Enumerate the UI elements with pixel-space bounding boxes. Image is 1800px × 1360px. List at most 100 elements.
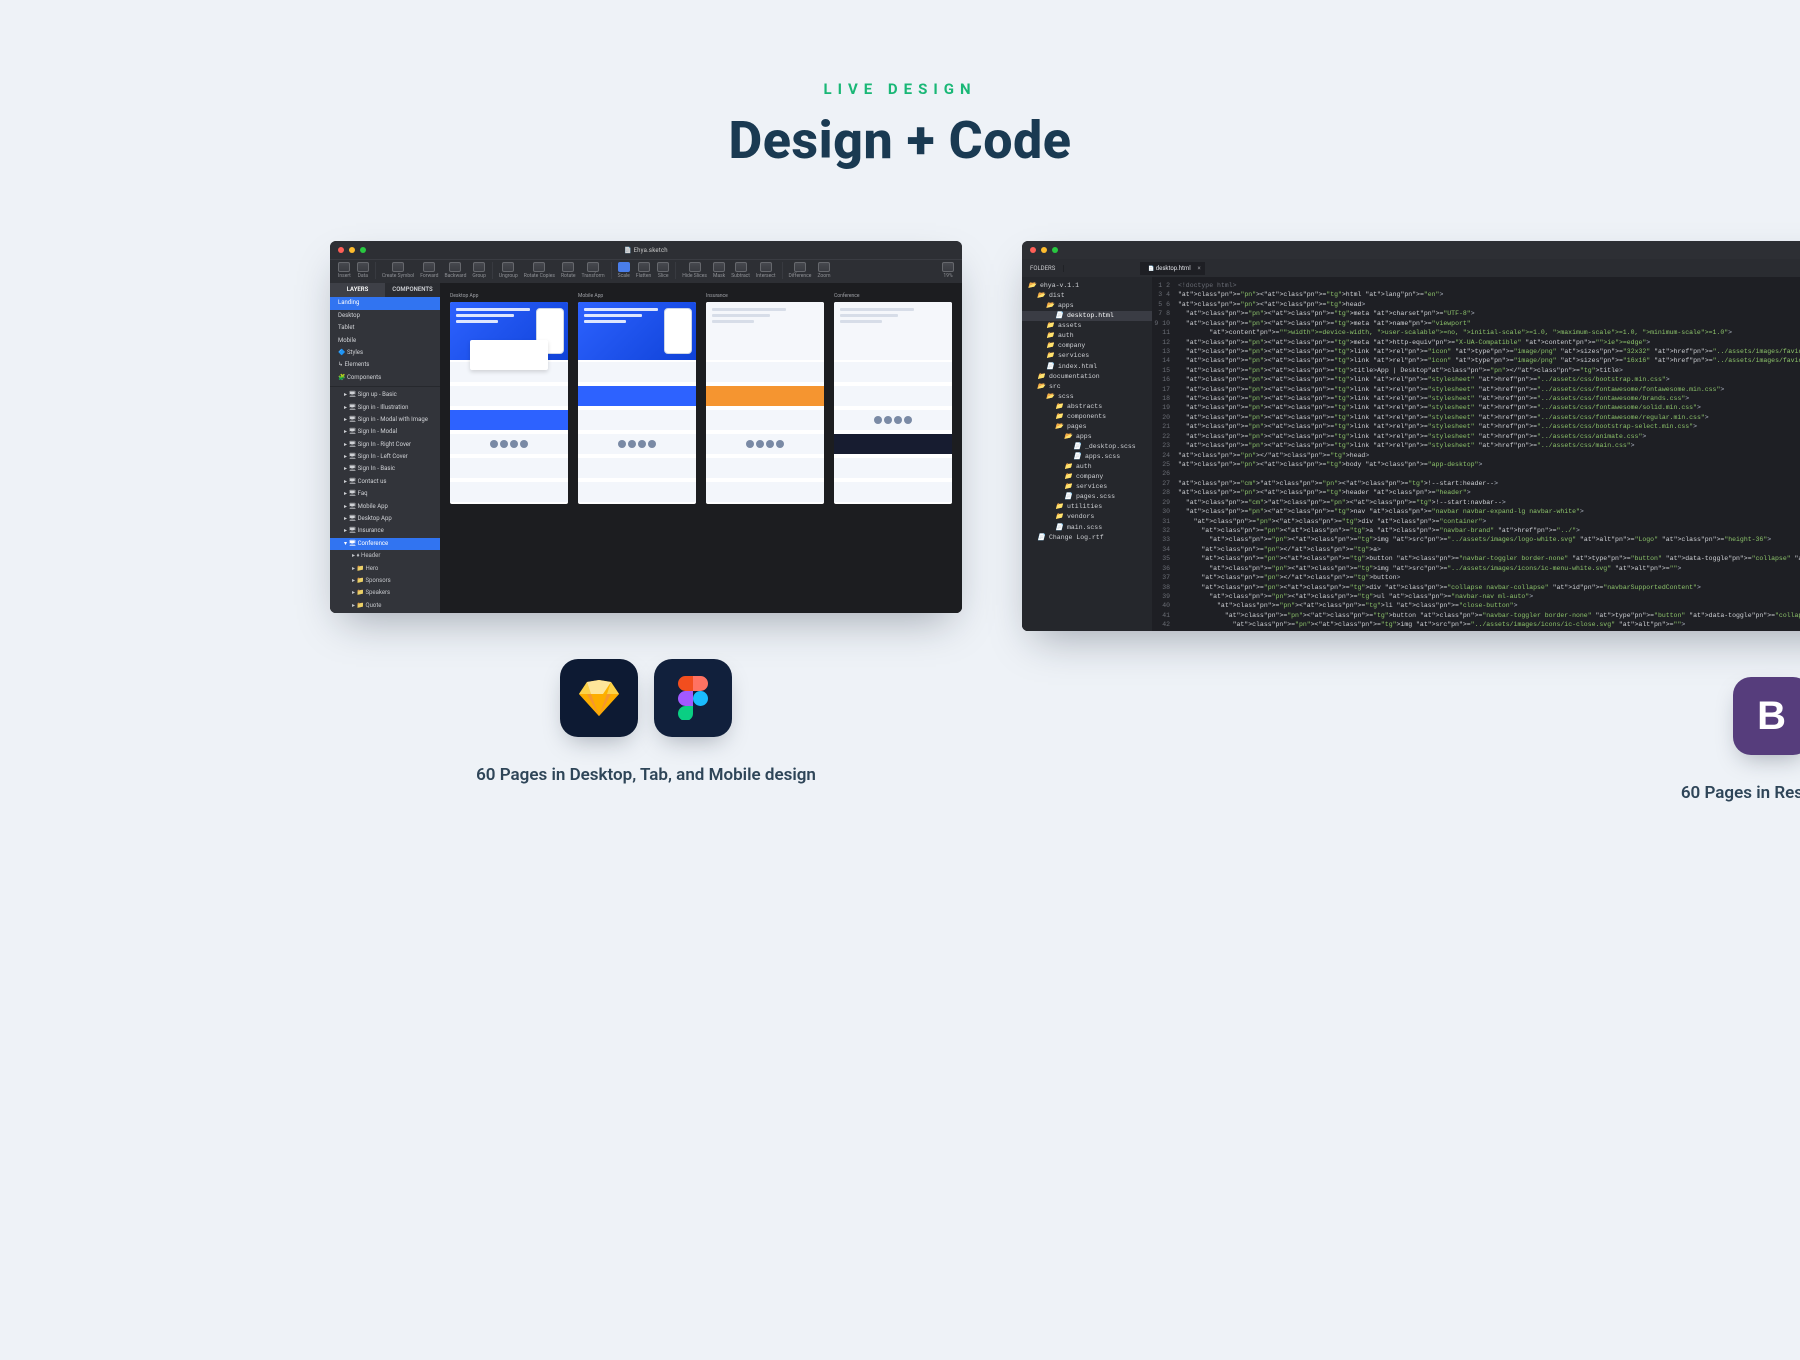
- tree-node[interactable]: desktop.html: [1022, 311, 1152, 321]
- layer-item[interactable]: ▸ 🖥 Contact us: [330, 476, 440, 488]
- tree-node[interactable]: _desktop.scss: [1022, 442, 1152, 452]
- tree-node[interactable]: company: [1022, 341, 1152, 351]
- tree-node[interactable]: Change Log.rtf: [1022, 533, 1152, 543]
- layer-item[interactable]: ▸ 🖥 Sign in - Illustration: [330, 402, 440, 414]
- tree-node[interactable]: utilities: [1022, 502, 1152, 512]
- page-🧩 components[interactable]: 🧩 Components: [330, 372, 440, 384]
- tree-node[interactable]: main.scss: [1022, 523, 1152, 533]
- tree-node[interactable]: index.html: [1022, 362, 1152, 372]
- tool-slice[interactable]: Slice: [657, 262, 669, 279]
- tool-rotate[interactable]: Rotate: [561, 262, 576, 279]
- tool-difference[interactable]: Difference: [782, 262, 812, 279]
- layer-item[interactable]: ▸ 📁 Speakers: [330, 612, 440, 613]
- page-desktop[interactable]: Desktop: [330, 310, 440, 322]
- tree-node[interactable]: abstracts: [1022, 402, 1152, 412]
- artboard-desktop-app[interactable]: Desktop App: [450, 293, 568, 504]
- artboard-insurance[interactable]: Insurance: [706, 293, 824, 504]
- tool-intersect[interactable]: Intersect: [756, 262, 776, 279]
- tree-node[interactable]: services: [1022, 482, 1152, 492]
- layer-item[interactable]: ▸ 📁 Sponsors: [330, 575, 440, 587]
- layer-item[interactable]: ▸ 📁 Hero: [330, 563, 440, 575]
- tree-node[interactable]: src: [1022, 382, 1152, 392]
- editor-tab[interactable]: desktop.html: [1140, 262, 1204, 275]
- code-window: FOLDERS desktop.html ehya-v.1.1distappsd…: [1022, 241, 1800, 631]
- tool-flatten[interactable]: Flatten: [636, 262, 651, 279]
- left-caption: 60 Pages in Desktop, Tab, and Mobile des…: [476, 765, 816, 785]
- tree-node[interactable]: apps.scss: [1022, 452, 1152, 462]
- folders-label: FOLDERS: [1022, 265, 1064, 272]
- tool-ungroup[interactable]: Ungroup: [492, 262, 518, 279]
- tree-node[interactable]: pages: [1022, 422, 1152, 432]
- zoom-level[interactable]: 19%: [942, 262, 954, 279]
- page-↳ elements[interactable]: ↳ Elements: [330, 359, 440, 371]
- bootstrap-icon: B: [1733, 677, 1800, 755]
- window-minimize-icon[interactable]: [1041, 247, 1047, 253]
- tree-node[interactable]: dist: [1022, 291, 1152, 301]
- layer-item[interactable]: ▸ ♦ Header: [330, 550, 440, 562]
- tree-node[interactable]: components: [1022, 412, 1152, 422]
- tool-backward[interactable]: Backward: [444, 262, 466, 279]
- layer-item[interactable]: ▸ 📁 Quote: [330, 600, 440, 612]
- tool-group[interactable]: Group: [472, 262, 485, 279]
- window-close-icon[interactable]: [1030, 247, 1036, 253]
- tool-scale[interactable]: Scale: [611, 262, 630, 279]
- tree-node[interactable]: vendors: [1022, 512, 1152, 522]
- page-landing[interactable]: Landing: [330, 297, 440, 309]
- artboard-conference[interactable]: Conference: [834, 293, 952, 504]
- right-caption: 60 Pages in Responsive: [1681, 783, 1800, 803]
- sketch-filename: Ehya.sketch: [330, 247, 962, 254]
- layer-item[interactable]: ▸ 🖥 Sign In - Basic: [330, 463, 440, 475]
- page-mobile[interactable]: Mobile: [330, 335, 440, 347]
- tool-forward[interactable]: Forward: [420, 262, 438, 279]
- layer-item[interactable]: ▸ 🖥 Sign In - Right Cover: [330, 439, 440, 451]
- components-tab[interactable]: COMPONENTS: [385, 283, 440, 297]
- code-editor[interactable]: 1 2 3 4 5 6 7 8 9 10 11 12 13 14 15 16 1…: [1152, 277, 1800, 631]
- tree-node[interactable]: assets: [1022, 321, 1152, 331]
- tree-node[interactable]: company: [1022, 472, 1152, 482]
- figma-icon: [654, 659, 732, 737]
- layer-item[interactable]: ▸ 🖥 Sign up - Basic: [330, 389, 440, 401]
- tree-node[interactable]: auth: [1022, 462, 1152, 472]
- sketch-icon: [560, 659, 638, 737]
- layer-item[interactable]: ▸ 🖥 Desktop App: [330, 513, 440, 525]
- tool-subtract[interactable]: Subtract: [731, 262, 750, 279]
- sketch-sidebar: LAYERS COMPONENTS LandingDesktopTabletMo…: [330, 283, 440, 613]
- tool-mask[interactable]: Mask: [713, 262, 725, 279]
- sketch-toolbar: Insert Data Create Symbol Forward Backward Gr…: [330, 259, 962, 283]
- layer-item[interactable]: ▸ 🖥 Sign In - Left Cover: [330, 451, 440, 463]
- sketch-titlebar: Ehya.sketch: [330, 241, 962, 259]
- page-🔷 styles[interactable]: 🔷 Styles: [330, 347, 440, 359]
- layer-item[interactable]: ▸ 🖥 Sign In - Modal: [330, 426, 440, 438]
- page-tablet[interactable]: Tablet: [330, 322, 440, 334]
- sketch-window: Ehya.sketch Insert Data Create Symbol Forwa…: [330, 241, 962, 613]
- layer-item[interactable]: ▸ 🖥 Faq: [330, 488, 440, 500]
- layers-tab[interactable]: LAYERS: [330, 283, 385, 297]
- layer-item[interactable]: ▸ 📁 Speakers: [330, 587, 440, 599]
- tree-node[interactable]: documentation: [1022, 372, 1152, 382]
- tree-node[interactable]: scss: [1022, 392, 1152, 402]
- page-title: Design + Code: [728, 110, 1071, 171]
- tool-data[interactable]: Data: [357, 262, 369, 279]
- eyebrow: LIVE DESIGN: [823, 80, 976, 98]
- tool-zoom[interactable]: Zoom: [817, 262, 830, 279]
- tree-node[interactable]: apps: [1022, 301, 1152, 311]
- layer-item[interactable]: ▸ 🖥 Mobile App: [330, 501, 440, 513]
- tree-node[interactable]: auth: [1022, 331, 1152, 341]
- tree-node[interactable]: pages.scss: [1022, 492, 1152, 502]
- file-tree[interactable]: ehya-v.1.1distappsdesktop.htmlassetsauth…: [1022, 277, 1152, 631]
- layer-item[interactable]: ▸ 🖥 Insurance: [330, 525, 440, 537]
- tree-node[interactable]: apps: [1022, 432, 1152, 442]
- window-zoom-icon[interactable]: [1052, 247, 1058, 253]
- artboard-mobile-app[interactable]: Mobile App: [578, 293, 696, 504]
- sketch-canvas[interactable]: Desktop AppMobile AppInsuranceConference: [440, 283, 962, 613]
- tree-node[interactable]: ehya-v.1.1: [1022, 281, 1152, 291]
- tool-create-symbol[interactable]: Create Symbol: [375, 262, 414, 279]
- tool-transform[interactable]: Transform: [582, 262, 605, 279]
- tool-rotate-copies[interactable]: Rotate Copies: [524, 262, 555, 279]
- layer-item[interactable]: ▾ 🖥 Conference: [330, 538, 440, 550]
- code-titlebar: [1022, 241, 1800, 259]
- tree-node[interactable]: services: [1022, 351, 1152, 361]
- layer-item[interactable]: ▸ 🖥 Sign in - Modal with Image: [330, 414, 440, 426]
- tool-insert[interactable]: Insert: [338, 262, 351, 279]
- tool-hide-slices[interactable]: Hide Slices: [675, 262, 707, 279]
